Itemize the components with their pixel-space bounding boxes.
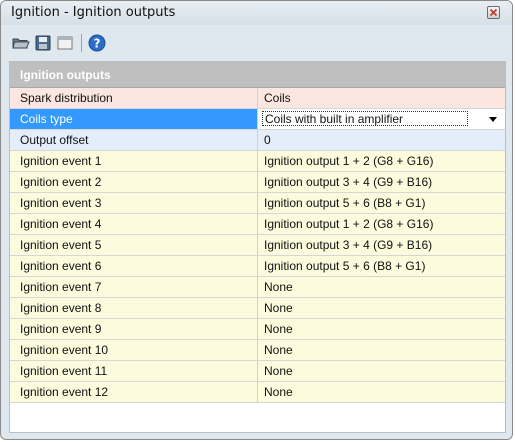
property-name: Ignition event 4 — [10, 214, 258, 234]
property-name: Ignition event 7 — [10, 277, 258, 297]
property-name: Ignition event 6 — [10, 256, 258, 276]
close-icon — [489, 8, 498, 17]
property-name: Ignition event 10 — [10, 340, 258, 360]
property-name: Spark distribution — [10, 88, 258, 108]
row-ignition-event-12[interactable]: Ignition event 12 None — [10, 382, 505, 403]
chevron-down-icon[interactable] — [489, 117, 497, 122]
help-button[interactable]: ? — [87, 33, 107, 53]
property-value[interactable]: Coils — [258, 88, 505, 108]
property-grid: Ignition outputs Spark distribution Coil… — [9, 61, 506, 433]
row-ignition-event-10[interactable]: Ignition event 10 None — [10, 340, 505, 361]
row-ignition-event-4[interactable]: Ignition event 4 Ignition output 1 + 2 (… — [10, 214, 505, 235]
property-name: Coils type — [10, 109, 258, 129]
save-button[interactable] — [33, 33, 53, 53]
dropdown-selected-value[interactable]: Coils with built in amplifier — [262, 111, 468, 126]
save-icon — [35, 35, 51, 51]
title-bar[interactable]: Ignition - Ignition outputs — [1, 1, 512, 25]
property-value[interactable]: Ignition output 1 + 2 (G8 + G16) — [258, 214, 505, 234]
property-value[interactable]: None — [258, 277, 505, 297]
window-icon — [57, 36, 73, 50]
property-value[interactable]: None — [258, 361, 505, 381]
open-folder-icon — [12, 38, 30, 49]
property-value[interactable]: 0 — [258, 130, 505, 150]
property-value[interactable]: None — [258, 319, 505, 339]
row-output-offset[interactable]: Output offset 0 — [10, 130, 505, 151]
row-ignition-event-6[interactable]: Ignition event 6 Ignition output 5 + 6 (… — [10, 256, 505, 277]
row-ignition-event-2[interactable]: Ignition event 2 Ignition output 3 + 4 (… — [10, 172, 505, 193]
property-name: Ignition event 1 — [10, 151, 258, 171]
row-ignition-event-7[interactable]: Ignition event 7 None — [10, 277, 505, 298]
toolbar-separator — [81, 34, 82, 52]
window-title: Ignition - Ignition outputs — [11, 5, 176, 20]
row-ignition-event-1[interactable]: Ignition event 1 Ignition output 1 + 2 (… — [10, 151, 505, 172]
property-name: Ignition event 5 — [10, 235, 258, 255]
property-value[interactable]: None — [258, 340, 505, 360]
open-button[interactable] — [11, 33, 31, 53]
property-value[interactable]: Ignition output 5 + 6 (B8 + G1) — [258, 256, 505, 276]
coils-type-dropdown[interactable]: Coils with built in amplifier — [258, 109, 505, 129]
row-spark-distribution[interactable]: Spark distribution Coils — [10, 88, 505, 109]
property-value[interactable]: Ignition output 5 + 6 (B8 + G1) — [258, 193, 505, 213]
help-icon: ? — [88, 34, 106, 52]
close-button[interactable] — [487, 6, 500, 19]
property-name: Ignition event 8 — [10, 298, 258, 318]
property-name: Output offset — [10, 130, 258, 150]
ignition-outputs-window: Ignition - Ignition outputs ? Ignition o… — [0, 0, 513, 440]
group-header[interactable]: Ignition outputs — [10, 62, 505, 88]
row-ignition-event-8[interactable]: Ignition event 8 None — [10, 298, 505, 319]
property-value[interactable]: None — [258, 382, 505, 402]
property-name: Ignition event 3 — [10, 193, 258, 213]
row-ignition-event-9[interactable]: Ignition event 9 None — [10, 319, 505, 340]
svg-text:?: ? — [94, 37, 101, 51]
property-name: Ignition event 11 — [10, 361, 258, 381]
property-name: Ignition event 12 — [10, 382, 258, 402]
window-button[interactable] — [55, 33, 75, 53]
property-value[interactable]: Ignition output 1 + 2 (G8 + G16) — [258, 151, 505, 171]
row-ignition-event-11[interactable]: Ignition event 11 None — [10, 361, 505, 382]
row-ignition-event-3[interactable]: Ignition event 3 Ignition output 5 + 6 (… — [10, 193, 505, 214]
property-value[interactable]: None — [258, 298, 505, 318]
property-name: Ignition event 2 — [10, 172, 258, 192]
row-ignition-event-5[interactable]: Ignition event 5 Ignition output 3 + 4 (… — [10, 235, 505, 256]
row-coils-type[interactable]: Coils type Coils with built in amplifier — [10, 109, 505, 130]
property-value[interactable]: Ignition output 3 + 4 (G9 + B16) — [258, 172, 505, 192]
property-value[interactable]: Ignition output 3 + 4 (G9 + B16) — [258, 235, 505, 255]
property-name: Ignition event 9 — [10, 319, 258, 339]
toolbar: ? — [9, 31, 169, 55]
